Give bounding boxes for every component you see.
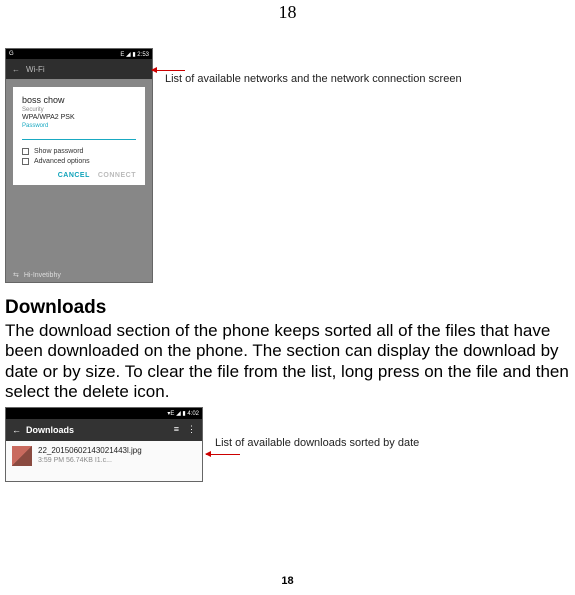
page-number-bottom: 18 [0,575,575,587]
back-icon[interactable]: ← [12,425,21,435]
download-info: 22_20150602143021443l.jpg 3:59 PM 56.74K… [38,446,142,465]
paragraph-downloads: The download section of the phone keeps … [5,321,570,403]
phone-screenshot-downloads: ▾E ◢ ▮ 4:02 ← Downloads ≡ ⋮ 22_201506021… [5,407,203,482]
back-icon[interactable]: ← [12,65,20,74]
advanced-options-label: Advanced options [34,158,90,165]
download-filename: 22_20150602143021443l.jpg [38,446,142,456]
wifi-bottom-network[interactable]: ⇆ Hi-Invetibhy [13,271,61,279]
password-label: Password [22,123,136,129]
status-bar: ▾E ◢ ▮ 4:02 [6,408,202,419]
arrow-icon [206,454,240,455]
sort-icon[interactable]: ≡ [174,424,179,435]
status-right: E ◢ ▮ 2:53 [120,51,149,58]
phone-screenshot-wifi: G E ◢ ▮ 2:53 ← Wi-Fi boss chow Security … [5,48,153,283]
thumbnail-icon [12,446,32,466]
wifi-connect-dialog: boss chow Security WPA/WPA2 PSK Password… [13,87,145,185]
figure-wifi: G E ◢ ▮ 2:53 ← Wi-Fi boss chow Security … [5,48,570,283]
bottom-network-name: Hi-Invetibhy [24,272,61,279]
downloads-header: ← Downloads ≡ ⋮ [6,419,202,441]
security-label: Security [22,107,136,113]
downloads-title: Downloads [26,425,74,435]
status-bar: G E ◢ ▮ 2:53 [6,49,152,59]
checkbox-icon[interactable] [22,148,29,155]
show-password-row[interactable]: Show password [22,148,136,155]
wifi-icon: ⇆ [13,271,19,279]
download-meta: 3:59 PM 56.74KB I1.c... [38,456,142,465]
figure1-caption: List of available networks and the netwo… [165,73,462,283]
page-number-top: 18 [5,0,570,23]
arrow-icon [152,70,185,71]
status-right: ▾E ◢ ▮ 4:02 [167,410,199,417]
advanced-options-row[interactable]: Advanced options [22,158,136,165]
figure2-caption: List of available downloads sorted by da… [215,437,419,451]
wifi-header: ← Wi-Fi [6,59,152,79]
security-value: WPA/WPA2 PSK [22,114,136,121]
dialog-actions: CANCEL CONNECT [22,172,136,179]
connect-button[interactable]: CONNECT [98,172,136,179]
wifi-title: Wi-Fi [26,65,45,74]
dialog-title: boss chow [22,95,136,105]
more-icon[interactable]: ⋮ [187,424,196,435]
download-list-item[interactable]: 22_20150602143021443l.jpg 3:59 PM 56.74K… [6,441,202,471]
figure-downloads: ▾E ◢ ▮ 4:02 ← Downloads ≡ ⋮ 22_201506021… [5,407,570,482]
password-input[interactable] [22,130,136,140]
heading-downloads: Downloads [5,297,570,319]
status-left: G [9,51,14,57]
show-password-label: Show password [34,148,83,155]
checkbox-icon[interactable] [22,158,29,165]
cancel-button[interactable]: CANCEL [58,172,90,179]
